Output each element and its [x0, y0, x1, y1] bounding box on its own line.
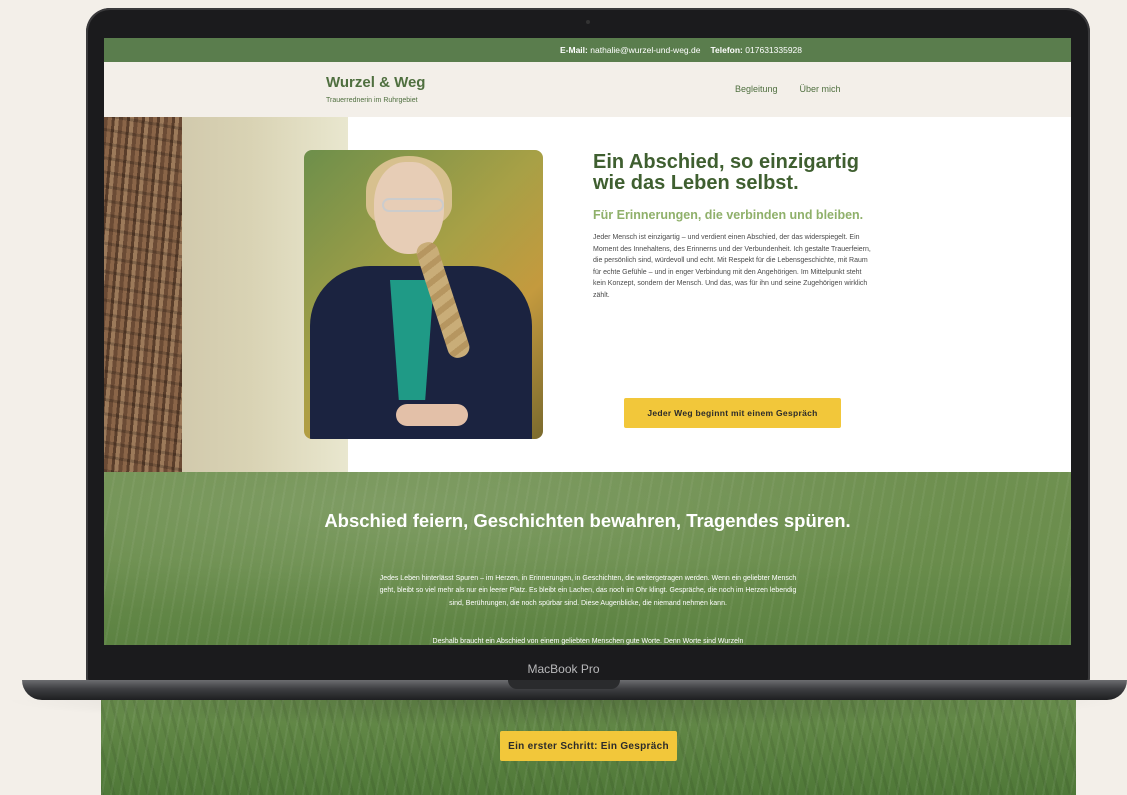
- site-logo[interactable]: Wurzel & Weg: [326, 74, 425, 91]
- main-nav: Begleitung Über mich: [735, 84, 841, 94]
- portrait-photo: [304, 150, 543, 439]
- hero-text: Ein Abschied, so einzigartig wie das Leb…: [593, 152, 883, 302]
- browser-screen: E-Mail: nathalie@wurzel-und-weg.de Telef…: [104, 38, 1071, 645]
- tree-bark-image: [104, 117, 182, 472]
- laptop-shadow: [0, 700, 1127, 726]
- farewell-section: Abschied feiern, Geschichten bewahren, T…: [104, 472, 1071, 645]
- hero-subtitle: Für Erinnerungen, die verbinden und blei…: [593, 208, 864, 222]
- first-step-button[interactable]: Ein erster Schritt: Ein Gespräch: [500, 731, 677, 761]
- section-body: Jedes Leben hinterlässt Spuren – im Herz…: [379, 575, 797, 607]
- section-body-continued: Deshalb braucht ein Abschied von einem g…: [432, 638, 744, 645]
- laptop-notch: [508, 680, 620, 689]
- phone-contact[interactable]: Telefon: 017631335928: [710, 45, 802, 55]
- nav-item-ueber-mich[interactable]: Über mich: [800, 84, 841, 94]
- hero-section: Ein Abschied, so einzigartig wie das Leb…: [104, 117, 1071, 472]
- device-label: MacBook Pro: [527, 662, 600, 676]
- conversation-cta-button[interactable]: Jeder Weg beginnt mit einem Gespräch: [624, 398, 841, 428]
- contact-topbar: E-Mail: nathalie@wurzel-und-weg.de Telef…: [104, 38, 1071, 62]
- site-header: Wurzel & Weg Trauerrednerin im Ruhrgebie…: [104, 62, 1071, 117]
- section-title: Abschied feiern, Geschichten bewahren, T…: [324, 510, 851, 531]
- nav-item-begleitung[interactable]: Begleitung: [735, 84, 778, 94]
- hero-title: Ein Abschied, so einzigartig wie das Leb…: [593, 151, 859, 194]
- camera-icon: [586, 20, 590, 24]
- site-tagline: Trauerrednerin im Ruhrgebiet: [326, 97, 418, 104]
- email-contact[interactable]: E-Mail: nathalie@wurzel-und-weg.de: [560, 45, 700, 55]
- hero-body: Jeder Mensch ist einzigartig – und verdi…: [593, 234, 871, 299]
